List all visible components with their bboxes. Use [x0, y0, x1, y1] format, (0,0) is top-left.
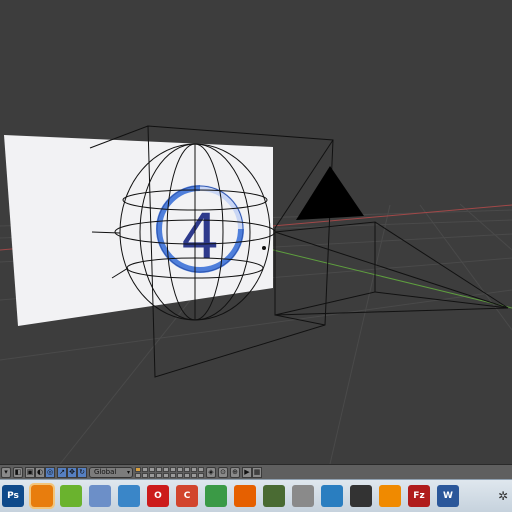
system-tray-gear-icon[interactable]: ✲	[498, 489, 508, 503]
image-plane[interactable]	[4, 135, 273, 326]
word-icon[interactable]: W	[437, 485, 459, 507]
rotate-icon[interactable]: ↻	[77, 466, 87, 478]
3d-viewport[interactable]: 4	[0, 0, 512, 464]
firefox-icon[interactable]	[234, 485, 256, 507]
chrome-icon[interactable]	[205, 485, 227, 507]
skype-like-icon[interactable]	[292, 485, 314, 507]
opera-icon[interactable]: O	[147, 485, 169, 507]
screen-recorder-icon[interactable]	[263, 485, 285, 507]
object-origin	[262, 246, 266, 250]
object-mode-icon[interactable]: ▣	[25, 466, 35, 478]
snap-icon[interactable]: ⊕	[230, 466, 240, 478]
countdown-number: 4	[180, 200, 219, 273]
view-menu-icon[interactable]: ◧	[13, 466, 23, 478]
mouse-icon[interactable]	[350, 485, 372, 507]
camera-up-triangle	[296, 166, 364, 220]
3d-view-header: ▾ ◧ ▣ ◐ ◎ ↗ ✥ ↻ Global ▾ ◈ ⊙ ⊕ ▶ ▦	[0, 464, 512, 479]
ccleaner-icon[interactable]: C	[176, 485, 198, 507]
transform-orientation-dropdown[interactable]: Global ▾	[89, 466, 133, 478]
proportional-edit-icon[interactable]: ⊙	[218, 466, 228, 478]
scene-canvas[interactable]: 4	[0, 0, 512, 464]
ccleaner-label: C	[183, 491, 191, 501]
word-label: W	[443, 491, 453, 501]
blender-icon[interactable]	[29, 483, 55, 509]
shading-icon[interactable]: ◐	[35, 466, 45, 478]
pivot-icon[interactable]: ◎	[45, 466, 55, 478]
filezilla-icon[interactable]: Fz	[408, 485, 430, 507]
transform-orientation-value: Global	[94, 467, 117, 476]
steam-icon[interactable]	[321, 485, 343, 507]
chevron-down-icon: ▾	[126, 468, 130, 476]
editor-type-icon[interactable]: ▾	[1, 466, 11, 478]
opera-label: O	[154, 491, 162, 501]
y-axis-line	[264, 247, 512, 309]
opengl-render-icon[interactable]: ▦	[252, 466, 262, 478]
translate-icon[interactable]: ✥	[67, 466, 77, 478]
photoshop-label: Ps	[7, 491, 19, 501]
render-preview-icon[interactable]: ▶	[242, 466, 252, 478]
nvidia-icon[interactable]	[60, 485, 82, 507]
filezilla-label: Fz	[413, 491, 425, 501]
photoshop-icon[interactable]: Ps	[2, 485, 24, 507]
car-app-icon[interactable]	[118, 485, 140, 507]
vlc-icon[interactable]	[379, 485, 401, 507]
windows-taskbar: Ps O C Fz W ✲	[0, 479, 512, 512]
notepad-icon[interactable]	[89, 485, 111, 507]
layer-buttons[interactable]	[135, 466, 204, 478]
manipulator-icon[interactable]: ↗	[57, 466, 67, 478]
lock-layers-icon[interactable]: ◈	[206, 466, 216, 478]
